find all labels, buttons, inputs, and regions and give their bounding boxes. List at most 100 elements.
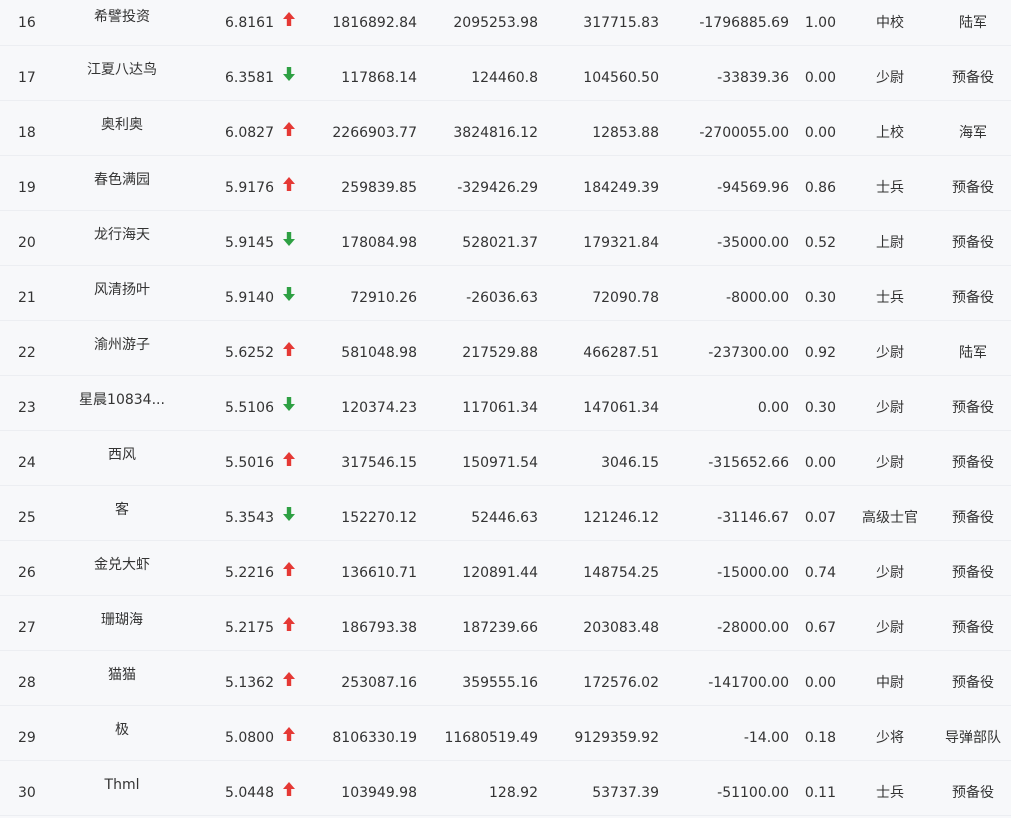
ratio-cell: 0.30: [804, 400, 836, 416]
value-cell-3: 121246.12: [583, 510, 659, 526]
table-row[interactable]: 18 奥利奥 6.0827 2266903.77 3824816.12 12853.88 -…: [0, 101, 1011, 156]
arrow-up-icon: [282, 11, 296, 27]
ratio-cell: 0.07: [804, 510, 836, 526]
name-cell: 星晨10834...: [79, 392, 165, 408]
arrow-down-icon: [282, 506, 296, 522]
table-row[interactable]: 23 星晨10834... 5.5106 120374.23 117061.34 1470…: [0, 376, 1011, 431]
value-cell-2: 120891.44: [462, 565, 538, 581]
branch-cell: 陆军: [959, 15, 987, 31]
rank-title-cell: 少尉: [876, 400, 904, 416]
value-cell-2: 52446.63: [471, 510, 538, 526]
table-row[interactable]: 25 客 5.3543 152270.12 52446.63 121246.12 -3114…: [0, 486, 1011, 541]
table-row[interactable]: 29 极 5.0800 8106330.19 11680519.49 9129359.92…: [0, 706, 1011, 761]
ratio-cell: 0.00: [804, 675, 836, 691]
branch-cell: 预备役: [952, 235, 994, 251]
value-cell-2: 11680519.49: [444, 730, 538, 746]
value-cell-1: 72910.26: [350, 290, 417, 306]
ratio-cell: 0.30: [804, 290, 836, 306]
value-cell-1: 117868.14: [341, 70, 417, 86]
branch-cell: 预备役: [952, 455, 994, 471]
table-row[interactable]: 20 龙行海天 5.9145 178084.98 528021.37 179321.84 -…: [0, 211, 1011, 266]
table-row[interactable]: 17 江夏八达鸟 6.3581 117868.14 124460.8 104560.50 -…: [0, 46, 1011, 101]
score-cell: 6.0827: [225, 125, 274, 141]
name-cell: 西风: [108, 447, 136, 463]
value-cell-3: 3046.15: [601, 455, 659, 471]
value-cell-4: -2700055.00: [699, 125, 789, 141]
name-cell: 奥利奥: [101, 117, 143, 133]
value-cell-2: 124460.8: [471, 70, 538, 86]
value-cell-1: 581048.98: [341, 345, 417, 361]
ratio-cell: 0.00: [804, 70, 836, 86]
table-row[interactable]: 26 金兑大虾 5.2216 136610.71 120891.44 148754.25 -…: [0, 541, 1011, 596]
value-cell-3: 179321.84: [583, 235, 659, 251]
value-cell-2: 187239.66: [462, 620, 538, 636]
value-cell-2: 217529.88: [462, 345, 538, 361]
rank-title-cell: 中尉: [876, 675, 904, 691]
table-row[interactable]: 22 渝州游子 5.6252 581048.98 217529.88 466287.51 -…: [0, 321, 1011, 376]
name-cell: 金兑大虾: [94, 557, 150, 573]
arrow-up-icon: [282, 176, 296, 192]
value-cell-2: -26036.63: [466, 290, 538, 306]
value-cell-2: 2095253.98: [453, 15, 538, 31]
value-cell-2: 150971.54: [462, 455, 538, 471]
table-row[interactable]: 27 珊瑚海 5.2175 186793.38 187239.66 203083.48 -2…: [0, 596, 1011, 651]
score-cell: 5.2216: [225, 565, 274, 581]
name-cell: 龙行海天: [94, 227, 150, 243]
table-row[interactable]: 24 西风 5.5016 317546.15 150971.54 3046.15 -3156…: [0, 431, 1011, 486]
rank-cell: 29: [18, 730, 36, 746]
rank-cell: 27: [18, 620, 36, 636]
ratio-cell: 0.00: [804, 125, 836, 141]
table-row[interactable]: 21 风清扬叶 5.9140 72910.26 -26036.63 72090.78 -80…: [0, 266, 1011, 321]
value-cell-1: 2266903.77: [332, 125, 417, 141]
table-row[interactable]: 30 Thml 5.0448 103949.98 128.92 53737.39 -5110…: [0, 761, 1011, 816]
ratio-cell: 1.00: [804, 15, 836, 31]
score-cell: 6.3581: [225, 70, 274, 86]
rank-cell: 23: [18, 400, 36, 416]
arrow-up-icon: [282, 121, 296, 137]
rank-cell: 17: [18, 70, 36, 86]
rank-title-cell: 上尉: [876, 235, 904, 251]
rank-title-cell: 少将: [876, 730, 904, 746]
branch-cell: 预备役: [952, 675, 994, 691]
value-cell-1: 178084.98: [341, 235, 417, 251]
value-cell-1: 317546.15: [341, 455, 417, 471]
ratio-cell: 0.67: [804, 620, 836, 636]
score-cell: 5.9140: [225, 290, 274, 306]
value-cell-2: 117061.34: [462, 400, 538, 416]
score-cell: 5.0448: [225, 785, 274, 801]
value-cell-3: 148754.25: [583, 565, 659, 581]
score-cell: 5.1362: [225, 675, 274, 691]
ratio-cell: 0.74: [804, 565, 836, 581]
branch-cell: 预备役: [952, 785, 994, 801]
value-cell-4: -31146.67: [717, 510, 789, 526]
ratio-cell: 0.86: [804, 180, 836, 196]
rank-cell: 19: [18, 180, 36, 196]
ranking-table: 16 希譬投资 6.8161 1816892.84 2095253.98 317715.8…: [0, 0, 1011, 816]
value-cell-1: 186793.38: [341, 620, 417, 636]
rank-title-cell: 高级士官: [862, 510, 918, 526]
table-row[interactable]: 28 猫猫 5.1362 253087.16 359555.16 172576.02 -14…: [0, 651, 1011, 706]
branch-cell: 海军: [959, 125, 987, 141]
name-cell: 客: [115, 502, 129, 518]
score-cell: 5.3543: [225, 510, 274, 526]
name-cell: 极: [115, 722, 129, 738]
arrow-up-icon: [282, 561, 296, 577]
table-row[interactable]: 19 春色满园 5.9176 259839.85 -329426.29 184249.39…: [0, 156, 1011, 211]
rank-title-cell: 士兵: [876, 290, 904, 306]
name-cell: 猫猫: [108, 667, 136, 683]
name-cell: 江夏八达鸟: [87, 62, 157, 78]
value-cell-1: 120374.23: [341, 400, 417, 416]
value-cell-3: 203083.48: [583, 620, 659, 636]
score-cell: 5.5016: [225, 455, 274, 471]
value-cell-2: 3824816.12: [453, 125, 538, 141]
value-cell-4: -1796885.69: [699, 15, 789, 31]
arrow-down-icon: [282, 286, 296, 302]
rank-title-cell: 士兵: [876, 785, 904, 801]
rank-cell: 16: [18, 15, 36, 31]
rank-title-cell: 中校: [876, 15, 904, 31]
value-cell-4: -28000.00: [717, 620, 789, 636]
table-row[interactable]: 16 希譬投资 6.8161 1816892.84 2095253.98 317715.8…: [0, 0, 1011, 46]
value-cell-4: -35000.00: [717, 235, 789, 251]
branch-cell: 预备役: [952, 290, 994, 306]
ratio-cell: 0.52: [804, 235, 836, 251]
